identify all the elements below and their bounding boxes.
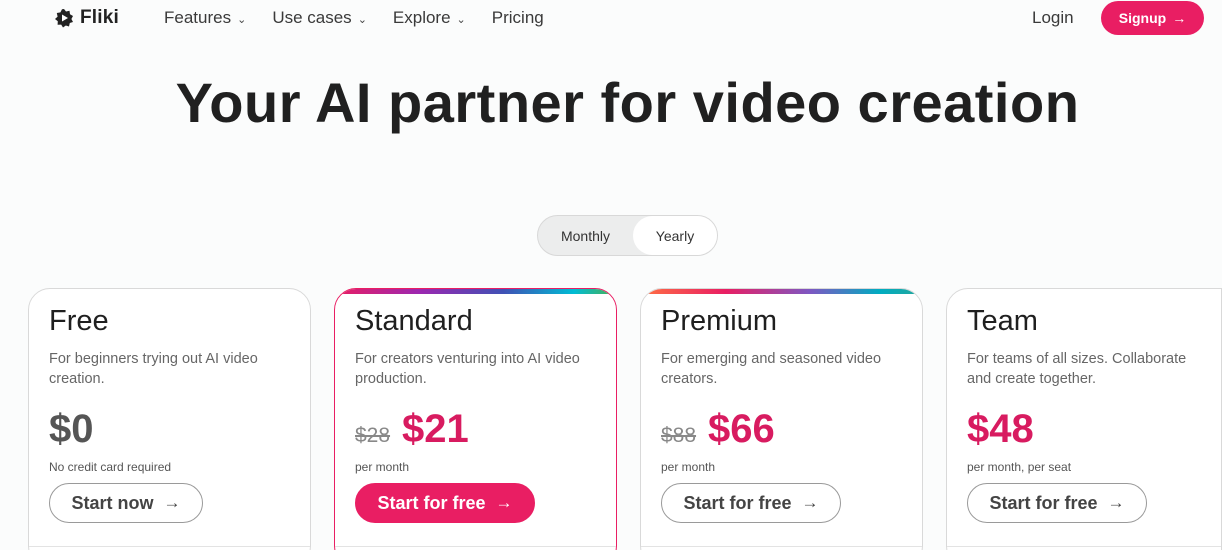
plan-name: Free xyxy=(49,305,109,337)
nav-item-explore[interactable]: Explore ⌄ xyxy=(393,8,466,28)
toggle-yearly[interactable]: Yearly xyxy=(633,216,717,255)
nav-item-label: Features xyxy=(164,8,232,27)
arrow-right-icon: → xyxy=(801,493,819,512)
plan-price: $66 xyxy=(708,407,775,451)
cta-label: Start for free xyxy=(377,492,486,513)
toggle-monthly[interactable]: Monthly xyxy=(538,216,633,255)
start-for-free-button[interactable]: Start for free → xyxy=(967,483,1147,523)
plan-price: $48 xyxy=(967,407,1034,451)
divider xyxy=(641,546,922,547)
nav-item-use-cases[interactable]: Use cases ⌄ xyxy=(272,8,367,28)
price-row: $88 $66 xyxy=(661,407,775,452)
plan-description: For emerging and seasoned video creators… xyxy=(661,351,882,387)
cta-label: Start now xyxy=(71,492,154,513)
signup-button[interactable]: Signup → xyxy=(1101,1,1204,35)
price-row: $0 xyxy=(49,407,94,452)
chevron-down-icon: ⌄ xyxy=(456,13,466,26)
billing-period-toggle: Monthly Yearly xyxy=(537,215,718,256)
page-title: Your AI partner for video creation xyxy=(175,71,1080,134)
arrow-right-icon: → xyxy=(1172,10,1187,26)
plan-description: For beginners trying out AI video creati… xyxy=(49,351,258,387)
fliki-logo-icon xyxy=(55,9,73,28)
nav-item-features[interactable]: Features ⌄ xyxy=(164,8,246,28)
divider xyxy=(947,546,1221,547)
plan-name: Team xyxy=(967,305,1038,337)
price-row: $28 $21 xyxy=(355,407,469,452)
divider xyxy=(29,546,310,547)
plan-description: For teams of all sizes. Collaborate and … xyxy=(967,351,1187,387)
chevron-down-icon: ⌄ xyxy=(237,13,247,26)
cta-label: Start for free xyxy=(683,492,792,513)
nav-links: Features ⌄ Use cases ⌄ Explore ⌄ Pricing xyxy=(164,8,544,28)
divider xyxy=(335,546,616,547)
top-navigation: Fliki Features ⌄ Use cases ⌄ Explore ⌄ P… xyxy=(0,0,1222,38)
start-for-free-button[interactable]: Start for free → xyxy=(661,483,841,523)
start-now-button[interactable]: Start now → xyxy=(49,483,203,523)
chevron-down-icon: ⌄ xyxy=(357,13,367,26)
nav-item-label: Use cases xyxy=(272,8,352,27)
plan-card-team: Team For teams of all sizes. Collaborate… xyxy=(946,288,1222,550)
signup-label: Signup xyxy=(1118,10,1167,26)
price-note: per month xyxy=(661,460,716,474)
nav-item-label: Explore xyxy=(392,8,451,27)
plan-card-standard: Standard For creators venturing into AI … xyxy=(334,288,617,550)
gradient-accent-bar xyxy=(335,289,616,294)
gradient-accent-bar xyxy=(641,289,922,294)
plan-description: For creators venturing into AI video pro… xyxy=(355,351,580,387)
start-for-free-button[interactable]: Start for free → xyxy=(355,483,535,523)
price-row: $48 xyxy=(967,407,1034,452)
arrow-right-icon: → xyxy=(1107,493,1125,512)
original-price: $28 xyxy=(355,424,391,447)
plan-price: $0 xyxy=(49,407,94,451)
plan-name: Standard xyxy=(355,305,473,337)
plan-card-free: Free For beginners trying out AI video c… xyxy=(28,288,311,550)
price-note: per month, per seat xyxy=(967,460,1072,474)
plan-price: $21 xyxy=(402,407,469,451)
arrow-right-icon: → xyxy=(495,493,513,512)
original-price: $88 xyxy=(661,424,697,447)
nav-item-label: Pricing xyxy=(491,8,544,27)
brand-logo[interactable]: Fliki xyxy=(54,7,119,29)
cta-label: Start for free xyxy=(989,492,1098,513)
plan-card-premium: Premium For emerging and seasoned video … xyxy=(640,288,923,550)
arrow-right-icon: → xyxy=(163,493,181,512)
nav-item-pricing[interactable]: Pricing xyxy=(492,8,544,28)
price-note: per month xyxy=(355,460,410,474)
price-note: No credit card required xyxy=(49,460,172,474)
login-link[interactable]: Login xyxy=(1032,8,1074,28)
plan-name: Premium xyxy=(661,305,778,337)
brand-name: Fliki xyxy=(80,7,120,28)
